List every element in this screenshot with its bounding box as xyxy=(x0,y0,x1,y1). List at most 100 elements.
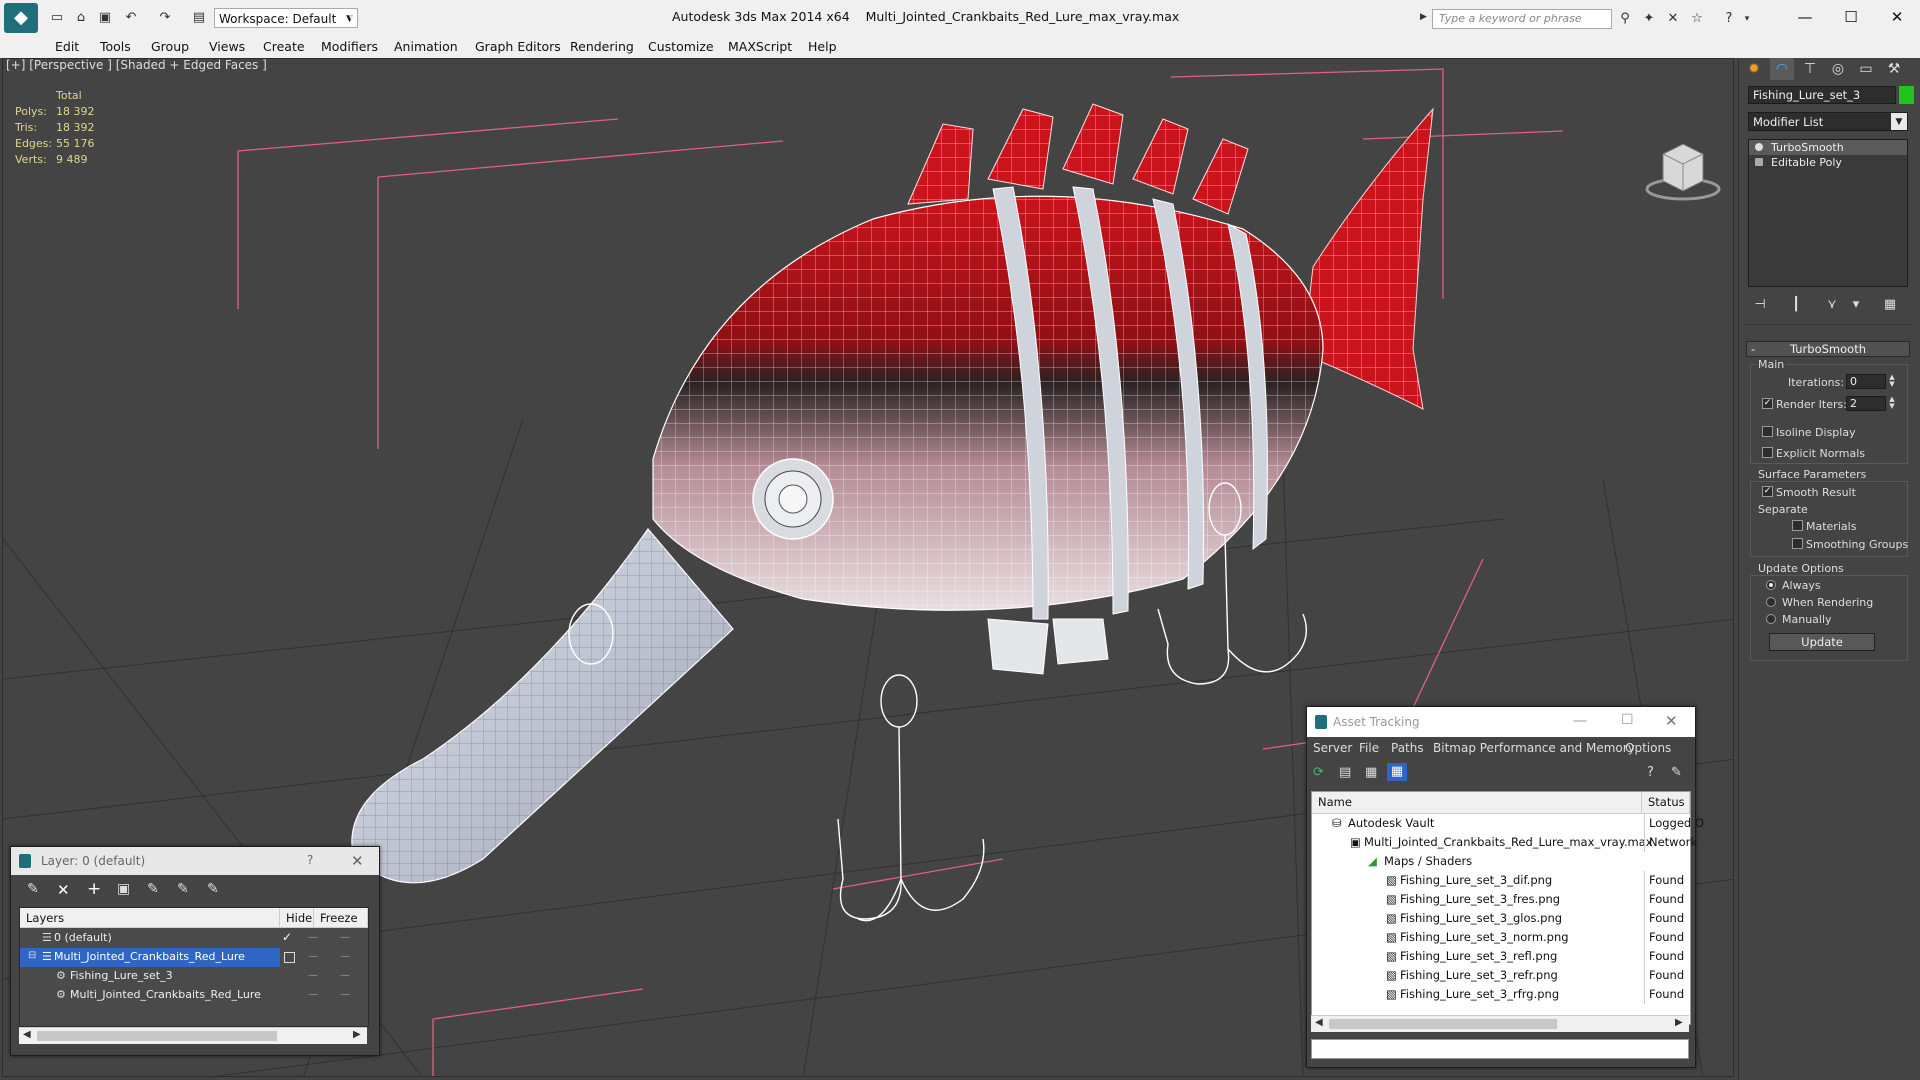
workspace-dropdown[interactable]: Workspace: Default ▼ xyxy=(214,8,358,28)
utilities-tab-icon[interactable]: ⚒ xyxy=(1882,58,1906,80)
object-color-swatch[interactable] xyxy=(1899,86,1914,104)
scroll-left-icon[interactable]: ◀ xyxy=(23,1029,31,1040)
horizontal-scrollbar[interactable]: ◀ ▶ xyxy=(19,1027,367,1044)
menu-help[interactable]: Help xyxy=(808,36,837,58)
col-status[interactable]: Status xyxy=(1642,792,1690,814)
modify-tab-icon[interactable]: ◠ xyxy=(1770,58,1794,80)
when-rendering-radio[interactable] xyxy=(1766,597,1776,607)
make-unique-icon[interactable]: ⋎ xyxy=(1822,296,1842,314)
modifier-list-dropdown[interactable]: Modifier List ▼ xyxy=(1748,112,1908,131)
hide-toggle[interactable]: — xyxy=(308,989,318,1000)
new-file-icon[interactable]: ▭ xyxy=(48,9,66,27)
asset-row-map[interactable]: ▧ Fishing_Lure_set_3_rfrg.png Found xyxy=(1312,985,1690,1004)
manually-radio[interactable] xyxy=(1766,614,1776,624)
asset-row-vault[interactable]: ⛁ Autodesk Vault Logged O xyxy=(1312,814,1704,833)
subscription-icon[interactable]: ✦ xyxy=(1640,10,1658,28)
menu-views[interactable]: Views xyxy=(209,36,245,58)
menu-rendering[interactable]: Rendering xyxy=(570,36,634,58)
asset-row-map[interactable]: ▧ Fishing_Lure_set_3_refl.png Found xyxy=(1312,947,1690,966)
iterations-spinner[interactable]: 0 xyxy=(1846,374,1886,389)
object-row[interactable]: ⚙ Fishing_Lure_set_3 — — xyxy=(20,967,368,986)
expand-icon[interactable] xyxy=(1755,158,1763,166)
menu-modifiers[interactable]: Modifiers xyxy=(321,36,378,58)
hide-all-icon[interactable]: ✎ xyxy=(177,881,189,897)
menu-file[interactable]: File xyxy=(1359,741,1379,755)
col-hide[interactable]: Hide xyxy=(280,908,314,928)
menu-animation[interactable]: Animation xyxy=(394,36,458,58)
create-tab-icon[interactable]: ✹ xyxy=(1742,58,1766,80)
object-row[interactable]: ⚙ Multi_Jointed_Crankbaits_Red_Lure — — xyxy=(20,986,368,1005)
save-file-icon[interactable]: ▣ xyxy=(96,9,114,27)
binoculars-icon[interactable]: ⚲ xyxy=(1616,10,1634,28)
maximize-button[interactable]: ☐ xyxy=(1621,712,1634,728)
menu-graph-editors[interactable]: Graph Editors xyxy=(475,36,561,58)
help-dropdown-icon[interactable]: ▾ xyxy=(1738,10,1756,28)
menu-maxscript[interactable]: MAXScript xyxy=(728,36,792,58)
horizontal-scrollbar[interactable]: ◀ ▶ xyxy=(1311,1015,1689,1032)
scroll-thumb[interactable] xyxy=(37,1031,277,1041)
menu-create[interactable]: Create xyxy=(263,36,305,58)
layer-window-titlebar[interactable]: Layer: 0 (default) ? ✕ xyxy=(11,847,379,875)
hide-toggle[interactable]: — xyxy=(308,932,318,943)
workspace-menu-icon[interactable]: ▾ xyxy=(344,8,358,28)
stack-item-turbosmooth[interactable]: TurboSmooth xyxy=(1749,140,1907,155)
remove-modifier-icon[interactable]: ▾ xyxy=(1846,296,1866,314)
delete-layer-icon[interactable]: ✕ xyxy=(57,881,70,899)
asset-row-map[interactable]: ▧ Fishing_Lure_set_3_glos.png Found xyxy=(1312,909,1690,928)
col-name[interactable]: Name xyxy=(1312,792,1642,814)
display-tab-icon[interactable]: ▭ xyxy=(1854,58,1878,80)
stack-item-editable-poly[interactable]: Editable Poly xyxy=(1749,155,1907,170)
maximize-button[interactable]: ☐ xyxy=(1828,3,1874,31)
hide-toggle[interactable]: — xyxy=(308,951,318,962)
refresh-icon[interactable]: ⟳ xyxy=(1313,765,1324,780)
menu-server[interactable]: Server xyxy=(1313,741,1352,755)
freeze-all-icon[interactable]: ✎ xyxy=(207,881,219,897)
scroll-thumb[interactable] xyxy=(1329,1019,1557,1029)
close-icon[interactable]: ✕ xyxy=(1665,712,1678,730)
freeze-toggle[interactable]: — xyxy=(340,932,350,943)
scroll-right-icon[interactable]: ▶ xyxy=(1675,1017,1683,1028)
select-objects-icon[interactable]: ▣ xyxy=(117,881,130,897)
highlight-layer-icon[interactable]: ✎ xyxy=(147,881,159,897)
layer-row[interactable]: ☰ 0 (default) ✓ — — xyxy=(20,929,368,948)
viewport-label[interactable]: [+] [Perspective ] [Shaded + Edged Faces… xyxy=(6,58,267,72)
minimize-button[interactable]: — xyxy=(1782,3,1828,31)
favorites-star-icon[interactable]: ☆ xyxy=(1688,10,1706,28)
freeze-toggle[interactable]: — xyxy=(340,970,350,981)
close-icon[interactable]: ✕ xyxy=(351,852,364,870)
search-expand-icon[interactable]: ▶ xyxy=(1420,12,1427,22)
freeze-toggle[interactable]: — xyxy=(340,989,350,1000)
explicit-normals-checkbox[interactable] xyxy=(1762,447,1773,458)
asset-row-map[interactable]: ▧ Fishing_Lure_set_3_refr.png Found xyxy=(1312,966,1690,985)
show-end-result-icon[interactable]: ┃ xyxy=(1786,296,1806,314)
help-icon[interactable]: ? xyxy=(1720,10,1738,28)
search-input[interactable]: Type a keyword or phrase xyxy=(1432,9,1612,29)
pin-stack-icon[interactable]: ⊣ xyxy=(1750,296,1770,314)
undo-icon[interactable]: ↶ xyxy=(122,9,140,27)
table-view-icon[interactable]: ▦ xyxy=(1387,763,1407,781)
hide-toggle[interactable]: — xyxy=(308,970,318,981)
render-iters-spinner[interactable]: 2 xyxy=(1846,396,1886,411)
asset-window-titlebar[interactable]: Asset Tracking — ☐ ✕ xyxy=(1307,707,1695,737)
col-freeze[interactable]: Freeze xyxy=(314,908,368,928)
project-folder-icon[interactable]: ▤ xyxy=(190,9,208,27)
smooth-result-checkbox[interactable]: ✓ xyxy=(1762,486,1773,497)
spinner-arrows-icon[interactable]: ▲ ▼ xyxy=(1887,396,1897,411)
smoothing-groups-checkbox[interactable] xyxy=(1792,538,1803,549)
hierarchy-tab-icon[interactable]: ⊤ xyxy=(1798,58,1822,80)
close-button[interactable]: ✕ xyxy=(1874,3,1920,31)
create-layer-icon[interactable]: ✎ xyxy=(27,881,39,897)
isoline-display-checkbox[interactable] xyxy=(1762,426,1773,437)
menu-edit[interactable]: Edit xyxy=(55,36,79,58)
app-logo-icon[interactable]: ◆ xyxy=(4,3,38,33)
asset-row-map[interactable]: ▧ Fishing_Lure_set_3_fres.png Found xyxy=(1312,890,1690,909)
materials-checkbox[interactable] xyxy=(1792,520,1803,531)
menu-customize[interactable]: Customize xyxy=(648,36,714,58)
select-layer-box-icon[interactable] xyxy=(284,952,295,963)
menu-bitmap-performance[interactable]: Bitmap Performance and Memory xyxy=(1433,741,1635,755)
help-button[interactable]: ? xyxy=(307,853,313,867)
turbosmooth-rollout-header[interactable]: - TurboSmooth xyxy=(1746,341,1910,357)
minimize-button[interactable]: — xyxy=(1573,713,1587,729)
motion-tab-icon[interactable]: ◎ xyxy=(1826,58,1850,80)
help-icon[interactable]: ? xyxy=(1647,765,1654,780)
